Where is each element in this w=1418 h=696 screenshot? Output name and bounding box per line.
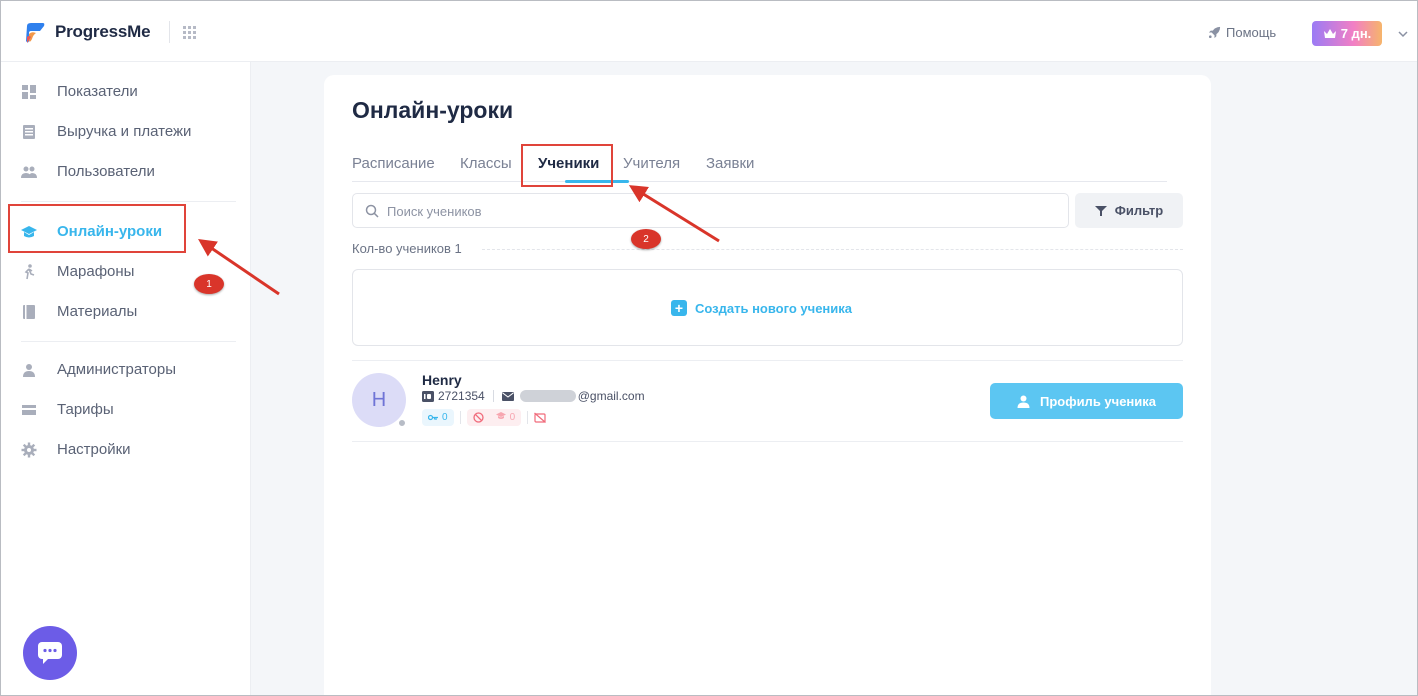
sidebar-item-materials[interactable]: Материалы bbox=[1, 292, 251, 332]
app-frame: ProgressMe Помощь 7 дн. Показатели Выруч… bbox=[0, 0, 1418, 696]
create-student-label: Создать нового ученика bbox=[695, 300, 853, 316]
profile-button-label: Профиль ученика bbox=[1039, 393, 1157, 409]
sidebar-item-label: Администраторы bbox=[57, 361, 177, 378]
student-row[interactable]: H Henry 2721354 @gmail.com 0 0 Профиль у… bbox=[352, 361, 1183, 441]
camera-off-icon bbox=[534, 412, 547, 423]
sidebar-divider bbox=[21, 201, 236, 202]
sidebar: Показатели Выручка и платежи Пользовател… bbox=[1, 62, 251, 695]
avatar[interactable]: H bbox=[352, 373, 406, 427]
status-dot bbox=[398, 419, 406, 427]
users-icon bbox=[21, 166, 37, 178]
student-search[interactable] bbox=[352, 193, 1069, 228]
cap-icon-wrap bbox=[495, 412, 506, 423]
progressme-logo-icon[interactable] bbox=[23, 21, 47, 45]
student-stats: 0 0 bbox=[422, 409, 547, 426]
sidebar-item-revenue[interactable]: Выручка и платежи bbox=[1, 112, 251, 152]
trial-badge-label: 7 дн. bbox=[1340, 26, 1372, 41]
help-link[interactable]: Помощь bbox=[1207, 25, 1276, 40]
sidebar-item-admins[interactable]: Администраторы bbox=[1, 350, 251, 390]
chat-button[interactable] bbox=[23, 626, 77, 680]
stat-divider bbox=[459, 411, 461, 424]
highlight-online-lessons bbox=[8, 204, 186, 253]
sidebar-item-dashboard[interactable]: Показатели bbox=[1, 72, 251, 112]
sidebar-divider bbox=[21, 341, 236, 342]
student-meta: 2721354 @gmail.com bbox=[422, 389, 645, 403]
help-label: Помощь bbox=[1226, 25, 1277, 40]
highlight-students-tab bbox=[521, 144, 613, 187]
page-title: Онлайн-уроки bbox=[352, 97, 514, 123]
student-email: @gmail.com bbox=[577, 389, 645, 403]
tab-requests[interactable]: Заявки bbox=[706, 155, 754, 172]
tab-classes[interactable]: Классы bbox=[460, 155, 512, 172]
tab-schedule[interactable]: Расписание bbox=[352, 155, 435, 172]
count-divider bbox=[482, 249, 1183, 250]
search-icon bbox=[365, 204, 379, 218]
student-profile-button[interactable]: Профиль ученика bbox=[990, 383, 1183, 419]
chevron-down-icon[interactable] bbox=[1397, 28, 1409, 40]
sidebar-item-label: Настройки bbox=[57, 441, 131, 458]
user-icon bbox=[1017, 395, 1030, 408]
meta-divider bbox=[492, 390, 494, 402]
create-student-box[interactable]: + Создать нового ученика bbox=[352, 269, 1183, 346]
chat-bubble-icon bbox=[38, 642, 62, 664]
missed-badge: 0 bbox=[466, 409, 522, 426]
annotation-marker-1: 1 bbox=[194, 274, 224, 294]
key-icon bbox=[428, 414, 438, 421]
sidebar-item-label: Марафоны bbox=[57, 263, 135, 280]
stat-divider bbox=[527, 411, 529, 424]
sidebar-item-users[interactable]: Пользователи bbox=[1, 152, 251, 192]
sidebar-item-settings[interactable]: Настройки bbox=[1, 430, 251, 470]
trial-badge[interactable]: 7 дн. bbox=[1312, 21, 1382, 46]
search-input[interactable] bbox=[387, 201, 1047, 221]
tab-teachers[interactable]: Учителя bbox=[623, 155, 680, 172]
sidebar-item-label: Выручка и платежи bbox=[57, 123, 192, 140]
main-card: Онлайн-уроки Расписание Классы Ученики У… bbox=[324, 75, 1211, 695]
blocked-icon bbox=[472, 412, 484, 423]
student-count-label: Кол-во учеников 1 bbox=[352, 241, 470, 256]
mail-icon bbox=[501, 391, 514, 401]
list-divider bbox=[352, 441, 1183, 442]
brand-name[interactable]: ProgressMe bbox=[55, 22, 151, 42]
top-header: ProgressMe Помощь 7 дн. bbox=[1, 1, 1417, 62]
tab-bar: Расписание Классы Ученики Учителя Заявки bbox=[352, 152, 1167, 183]
apps-grid-icon[interactable] bbox=[183, 26, 196, 39]
receipt-icon bbox=[23, 125, 35, 139]
keys-count: 0 bbox=[442, 412, 448, 423]
user-icon bbox=[23, 364, 35, 377]
keys-badge: 0 bbox=[422, 409, 454, 426]
filter-button[interactable]: Фильтр bbox=[1075, 193, 1183, 228]
crown-icon bbox=[1323, 29, 1336, 38]
sidebar-item-label: Тарифы bbox=[57, 401, 114, 418]
create-student-button[interactable]: + Создать нового ученика bbox=[671, 300, 852, 316]
redacted-email bbox=[519, 390, 576, 402]
student-count: Кол-во учеников 1 bbox=[352, 241, 1183, 257]
student-id: 2721354 bbox=[438, 389, 485, 403]
filter-icon bbox=[1094, 205, 1107, 216]
sidebar-item-tariffs[interactable]: Тарифы bbox=[1, 390, 251, 430]
sidebar-item-label: Пользователи bbox=[57, 163, 155, 180]
student-name[interactable]: Henry bbox=[422, 372, 462, 388]
dashboard-icon bbox=[22, 85, 36, 99]
runner-icon bbox=[24, 264, 35, 280]
annotation-marker-2: 2 bbox=[631, 229, 661, 249]
book-icon bbox=[23, 305, 35, 319]
filter-label: Фильтр bbox=[1114, 203, 1164, 218]
rocket-icon bbox=[1208, 26, 1221, 39]
header-divider bbox=[169, 21, 170, 43]
plus-icon: + bbox=[671, 300, 687, 316]
missed-count: 0 bbox=[509, 412, 516, 423]
gear-icon bbox=[21, 442, 37, 458]
sidebar-item-label: Показатели bbox=[57, 83, 138, 100]
sidebar-item-label: Материалы bbox=[57, 303, 138, 320]
graduation-cap-icon bbox=[495, 412, 506, 419]
id-card-icon bbox=[422, 390, 434, 402]
wallet-icon bbox=[22, 405, 36, 415]
